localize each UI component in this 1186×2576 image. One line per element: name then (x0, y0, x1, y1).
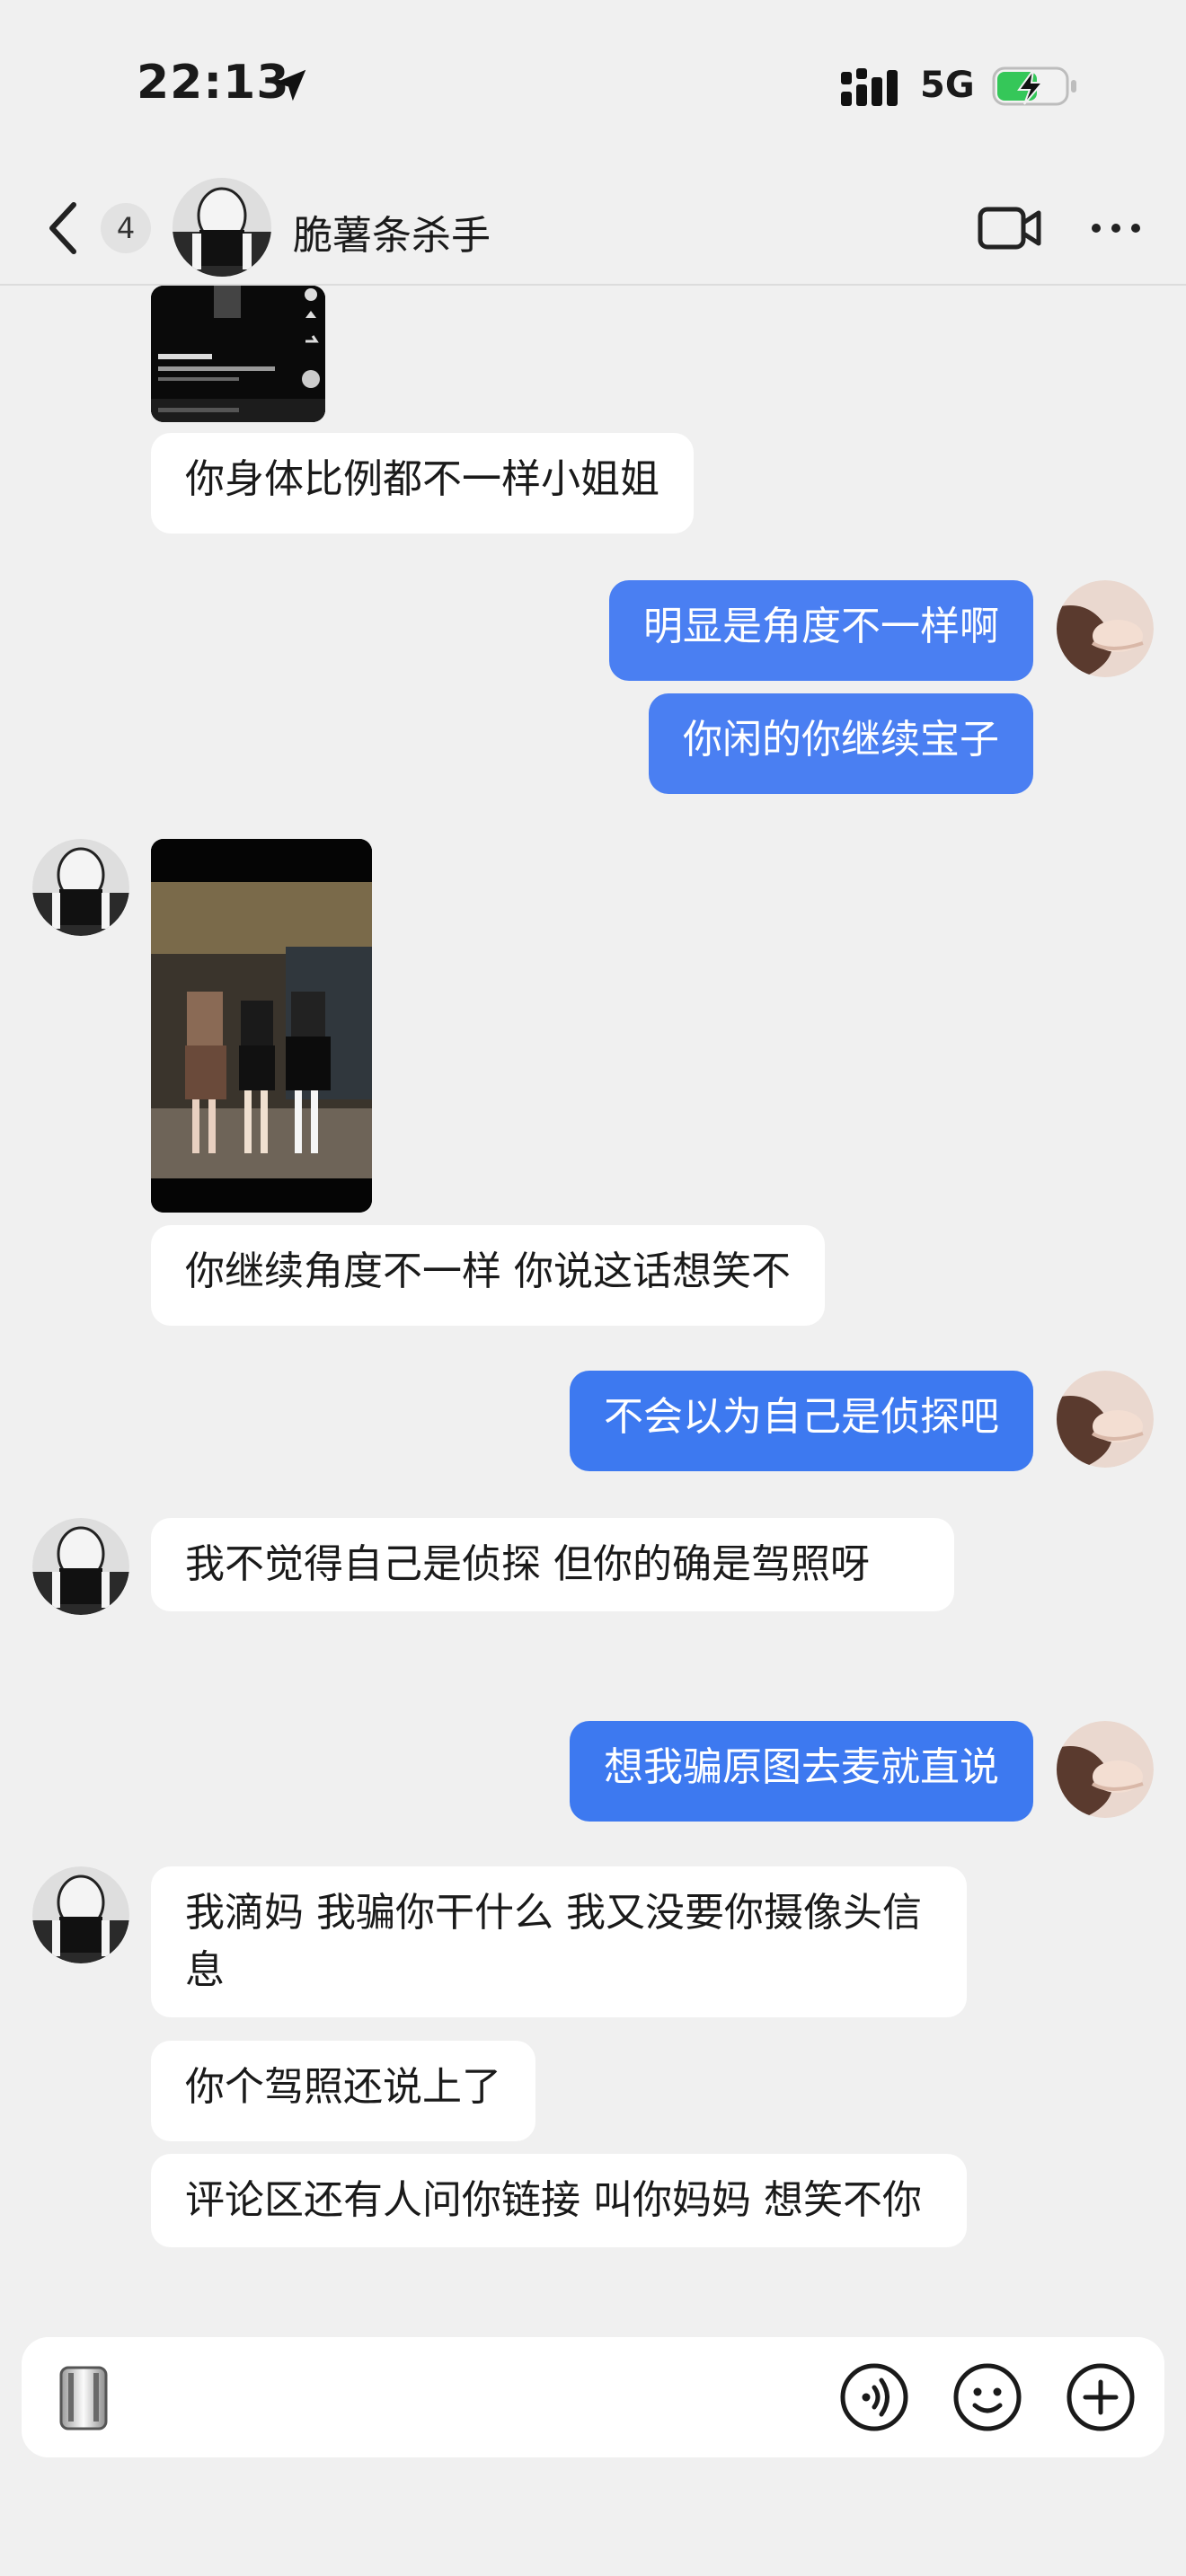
message-bubble-incoming[interactable]: 你继续角度不一样 你说这话想笑不 (151, 1225, 825, 1326)
message-bubble-incoming[interactable]: 评论区还有人问你链接 叫你妈妈 想笑不你 (151, 2154, 967, 2247)
message-bubble-outgoing[interactable]: 想我骗原图去麦就直说 (570, 1721, 1033, 1822)
unread-count-badge[interactable]: 4 (101, 203, 151, 253)
message-image-photo[interactable] (151, 839, 372, 1213)
message-list[interactable]: 你身体比例都不一样小姐姐 明显是角度不一样啊 你闲的你继续宝子 你继续角度不一样… (0, 286, 1186, 2317)
chat-title: 脆薯条杀手 (293, 213, 491, 259)
message-bubble-outgoing[interactable]: 不会以为自己是侦探吧 (570, 1371, 1033, 1471)
contact-avatar[interactable] (32, 1866, 129, 1963)
video-call-icon[interactable] (978, 205, 1042, 251)
plus-icon[interactable] (1066, 2362, 1136, 2432)
message-bubble-incoming[interactable]: 你身体比例都不一样小姐姐 (151, 433, 694, 534)
voice-icon[interactable] (839, 2362, 909, 2432)
my-avatar[interactable] (1057, 1721, 1154, 1818)
message-bubble-incoming[interactable]: 我不觉得自己是侦探 但你的确是驾照呀 (151, 1518, 954, 1611)
message-bubble-outgoing[interactable]: 你闲的你继续宝子 (649, 693, 1033, 794)
back-chevron-icon[interactable] (41, 199, 86, 257)
message-bubble-incoming[interactable]: 我滴妈 我骗你干什么 我又没要你摄像头信息 (151, 1866, 967, 2017)
contact-avatar[interactable] (173, 178, 271, 277)
contact-avatar[interactable] (32, 1518, 129, 1615)
status-bar: 22:13 5G (0, 0, 1186, 171)
more-icon[interactable] (1089, 219, 1143, 237)
emoji-icon[interactable] (952, 2362, 1022, 2432)
message-input-bar[interactable] (22, 2337, 1164, 2457)
my-avatar[interactable] (1057, 1371, 1154, 1468)
message-bubble-outgoing[interactable]: 明显是角度不一样啊 (609, 580, 1033, 681)
message-bubble-incoming[interactable]: 你个驾照还说上了 (151, 2041, 535, 2141)
message-image-video-thumbnail[interactable] (151, 286, 325, 422)
battery-charging-icon (992, 66, 1076, 106)
status-time: 22:13 (137, 56, 290, 110)
cellular-signal-icon (841, 68, 898, 106)
chat-header: 4 脆薯条杀手 (0, 171, 1186, 286)
camera-icon[interactable] (50, 2362, 117, 2434)
network-type: 5G (920, 65, 975, 106)
my-avatar[interactable] (1057, 580, 1154, 677)
contact-avatar[interactable] (32, 839, 129, 936)
location-arrow-icon (274, 69, 306, 101)
